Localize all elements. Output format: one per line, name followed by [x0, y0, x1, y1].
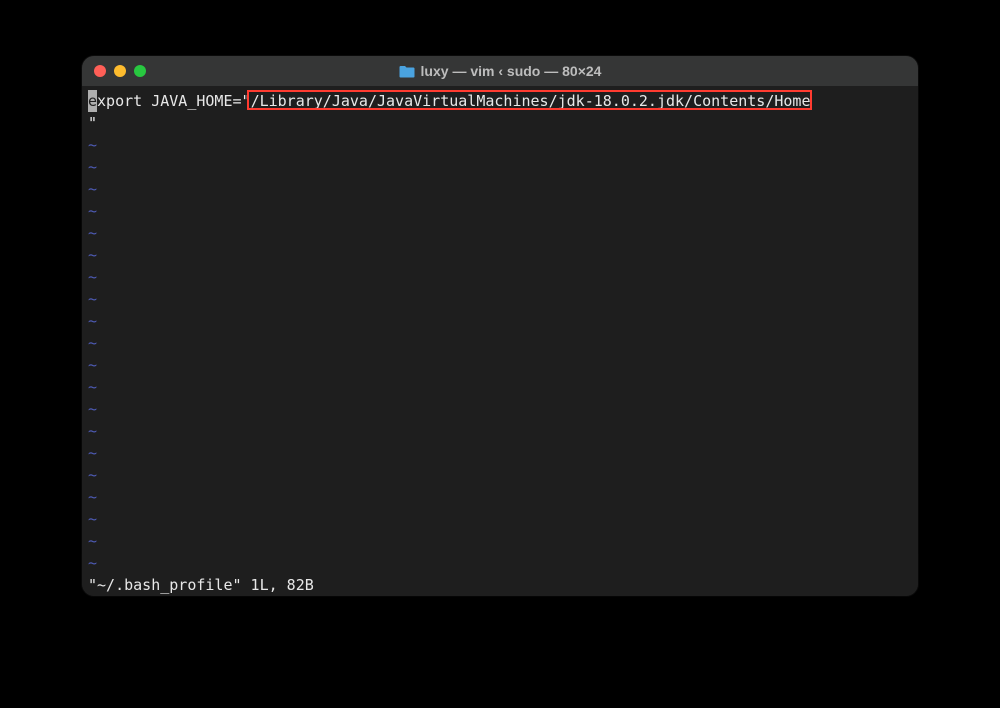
empty-line-tilde: ~ [88, 530, 912, 552]
editor-line-2: " [88, 112, 912, 134]
empty-line-tilde: ~ [88, 376, 912, 398]
empty-line-tilde: ~ [88, 266, 912, 288]
empty-line-tilde: ~ [88, 178, 912, 200]
terminal-window: luxy — vim ‹ sudo — 80×24 export JAVA_HO… [82, 56, 918, 596]
empty-line-tilde: ~ [88, 332, 912, 354]
cursor: e [88, 90, 97, 112]
minimize-button[interactable] [114, 65, 126, 77]
empty-line-tilde: ~ [88, 508, 912, 530]
empty-line-tilde: ~ [88, 288, 912, 310]
terminal-body[interactable]: export JAVA_HOME="/Library/Java/JavaVirt… [82, 86, 918, 596]
empty-line-tilde: ~ [88, 244, 912, 266]
line1-plain: xport JAVA_HOME=" [97, 92, 251, 110]
maximize-button[interactable] [134, 65, 146, 77]
empty-line-tilde: ~ [88, 156, 912, 178]
empty-line-tilde: ~ [88, 552, 912, 574]
empty-line-tilde: ~ [88, 222, 912, 244]
traffic-lights [94, 65, 146, 77]
line1-highlighted-text: /Library/Java/JavaVirtualMachines/jdk-18… [251, 92, 811, 110]
editor-line-1: export JAVA_HOME="/Library/Java/JavaVirt… [88, 90, 912, 112]
empty-line-tilde: ~ [88, 398, 912, 420]
title-text: luxy — vim ‹ sudo — 80×24 [421, 63, 602, 79]
empty-line-tilde: ~ [88, 420, 912, 442]
close-button[interactable] [94, 65, 106, 77]
empty-line-tilde: ~ [88, 464, 912, 486]
titlebar[interactable]: luxy — vim ‹ sudo — 80×24 [82, 56, 918, 86]
window-title: luxy — vim ‹ sudo — 80×24 [82, 63, 918, 79]
empty-line-tilde: ~ [88, 200, 912, 222]
folder-icon [399, 65, 415, 78]
empty-line-tilde: ~ [88, 442, 912, 464]
empty-line-tilde: ~ [88, 486, 912, 508]
empty-line-tilde: ~ [88, 354, 912, 376]
empty-lines: ~~~~~~~~~~~~~~~~~~~~ [88, 134, 912, 574]
empty-line-tilde: ~ [88, 310, 912, 332]
empty-line-tilde: ~ [88, 134, 912, 156]
vim-status-line: "~/.bash_profile" 1L, 82B [88, 574, 912, 596]
